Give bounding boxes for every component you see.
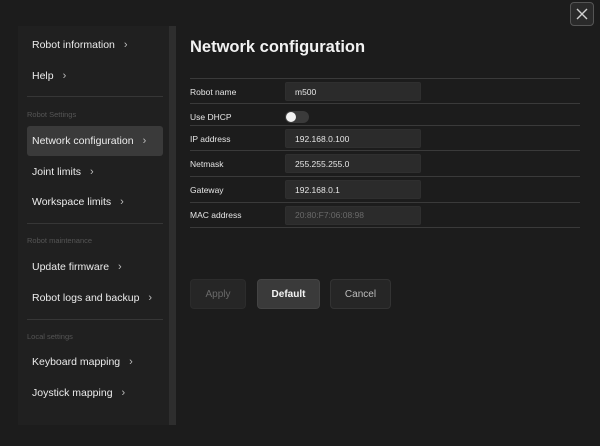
sidebar-item-help[interactable]: Help ›: [27, 61, 163, 91]
chevron-right-icon: ›: [123, 39, 128, 51]
sidebar-item-label: Help: [32, 70, 54, 82]
sidebar-item-workspace-limits[interactable]: Workspace limits ›: [27, 187, 163, 217]
form-row-mac-address: MAC address 20:80:F7:06:08:98: [190, 202, 580, 228]
sidebar-item-joystick-mapping[interactable]: Joystick mapping ›: [27, 378, 163, 408]
gateway-label: Gateway: [190, 184, 224, 195]
sidebar-item-label: Network configuration: [32, 135, 134, 147]
chevron-right-icon: ›: [142, 135, 147, 147]
apply-button[interactable]: Apply: [190, 279, 246, 309]
chevron-right-icon: ›: [120, 196, 124, 208]
robot-name-label: Robot name: [190, 86, 237, 97]
sidebar-divider: [27, 96, 163, 97]
chevron-right-icon: ›: [148, 292, 153, 304]
cancel-button[interactable]: Cancel: [330, 279, 391, 309]
sidebar-item-label: Keyboard mapping: [32, 356, 121, 368]
sidebar-section-title: Robot Settings: [27, 110, 77, 119]
sidebar-item-robot-logs-and-backup[interactable]: Robot logs and backup ›: [27, 283, 163, 313]
chevron-right-icon: ›: [62, 70, 67, 82]
sidebar-divider: [27, 319, 163, 320]
chevron-right-icon: ›: [90, 166, 94, 178]
page-title: Network configuration: [190, 38, 366, 56]
use-dhcp-toggle[interactable]: [285, 110, 309, 123]
sidebar-item-label: Update firmware: [32, 261, 110, 273]
toggle-knob: [286, 111, 296, 122]
chevron-right-icon: ›: [129, 356, 133, 368]
close-button[interactable]: [570, 2, 594, 26]
sidebar-section-title: Robot maintenance: [27, 236, 93, 245]
form-row-ip-address: IP address 192.168.0.100: [190, 125, 580, 151]
use-dhcp-label: Use DHCP: [190, 111, 232, 122]
mac-address-field: 20:80:F7:06:08:98: [285, 205, 421, 225]
sidebar-divider: [27, 223, 163, 224]
form-row-gateway: Gateway 192.168.0.1: [190, 176, 580, 202]
sidebar-item-label: Joint limits: [32, 166, 82, 178]
mac-address-label: MAC address: [190, 210, 242, 220]
sidebar-item-label: Joystick mapping: [32, 387, 113, 399]
ip-address-input[interactable]: 192.168.0.100: [285, 129, 421, 148]
robot-name-input[interactable]: m500: [285, 82, 421, 101]
sidebar-item-network-configuration[interactable]: Network configuration ›: [27, 126, 163, 156]
sidebar-item-keyboard-mapping[interactable]: Keyboard mapping ›: [27, 347, 163, 377]
form-row-robot-name: Robot name m500: [190, 78, 580, 104]
chevron-right-icon: ›: [118, 261, 122, 273]
sidebar-item-label: Robot logs and backup: [32, 292, 140, 304]
close-icon: [576, 8, 588, 20]
ip-address-label: IP address: [190, 133, 231, 144]
form-row-netmask: Netmask 255.255.255.0: [190, 150, 580, 176]
sidebar-item-label: Robot information: [32, 39, 115, 51]
sidebar-item-joint-limits[interactable]: Joint limits ›: [27, 157, 163, 187]
sidebar-item-label: Workspace limits: [32, 196, 112, 208]
default-button[interactable]: Default: [257, 279, 320, 309]
sidebar-section-title: Local settings: [27, 332, 73, 341]
gateway-input[interactable]: 192.168.0.1: [285, 180, 421, 199]
chevron-right-icon: ›: [121, 387, 126, 399]
netmask-input[interactable]: 255.255.255.0: [285, 154, 421, 173]
netmask-label: Netmask: [190, 158, 224, 169]
sidebar-item-update-firmware[interactable]: Update firmware ›: [27, 252, 163, 282]
settings-sidebar: Robot information › Help › Robot Setting…: [18, 26, 176, 425]
sidebar-item-robot-information[interactable]: Robot information ›: [27, 30, 163, 60]
